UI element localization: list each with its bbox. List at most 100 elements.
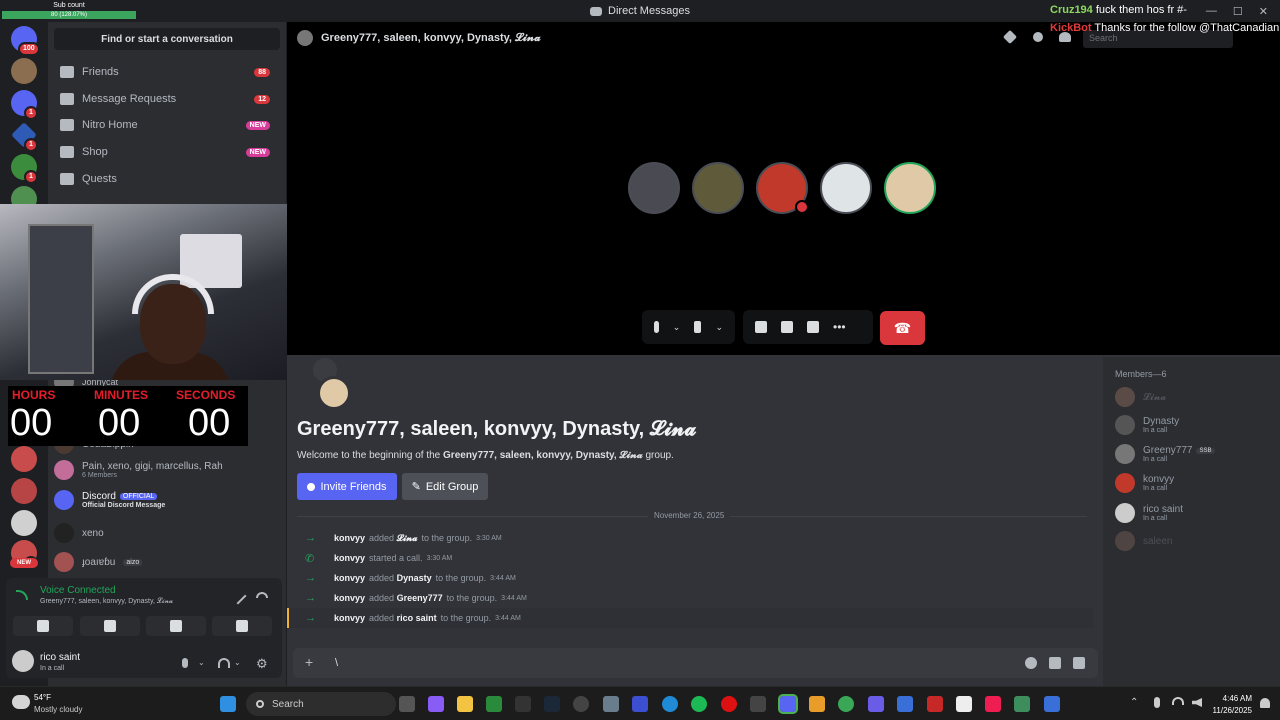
nav-shop[interactable]: Shop NEW bbox=[54, 139, 280, 165]
app-icon[interactable] bbox=[868, 696, 884, 712]
copilot-icon[interactable] bbox=[428, 696, 444, 712]
nav-message-requests[interactable]: Message Requests 12 bbox=[54, 86, 280, 112]
steam-icon[interactable] bbox=[544, 696, 560, 712]
volume-icon[interactable] bbox=[1192, 698, 1202, 707]
chevron-down-icon[interactable]: ⌄ bbox=[198, 658, 205, 667]
arrow-right-icon: → bbox=[305, 592, 316, 604]
add-member-icon[interactable] bbox=[1033, 32, 1043, 42]
dm-item[interactable]: ɟoaıɐɓu aizo bbox=[54, 552, 280, 572]
server-badge: 1 bbox=[24, 138, 38, 152]
participant-tile[interactable] bbox=[628, 162, 680, 214]
microphone-icon[interactable] bbox=[654, 321, 659, 333]
server-icon[interactable] bbox=[11, 446, 37, 472]
capcut-icon[interactable] bbox=[750, 696, 766, 712]
server-icon[interactable] bbox=[11, 478, 37, 504]
timer-seconds: 00 bbox=[188, 402, 231, 444]
pin-icon[interactable] bbox=[1002, 29, 1018, 45]
app-icon[interactable] bbox=[1044, 696, 1060, 712]
arrow-right-icon: → bbox=[305, 612, 316, 624]
file-explorer-icon[interactable] bbox=[457, 696, 473, 712]
member-item[interactable]: Dynasty In a call bbox=[1115, 415, 1179, 435]
windows-start-icon[interactable] bbox=[220, 696, 236, 712]
dm-group-item[interactable]: Pain, xeno, gigi, marcellus, Rah 6 Member… bbox=[54, 460, 280, 480]
microphone-icon[interactable] bbox=[1154, 697, 1160, 708]
server-icon[interactable] bbox=[11, 510, 37, 536]
microphone-icon[interactable] bbox=[182, 658, 188, 668]
hang-up-button[interactable]: ☎ bbox=[880, 311, 925, 345]
soundboard-icon[interactable] bbox=[807, 321, 819, 333]
clock-time[interactable]: 4:46 AM bbox=[1218, 694, 1252, 703]
discord-icon[interactable] bbox=[778, 694, 798, 714]
new-badge: NEW bbox=[245, 147, 270, 157]
chrome-icon[interactable] bbox=[838, 696, 854, 712]
taskbar-search[interactable]: Search bbox=[246, 692, 396, 716]
member-item[interactable]: konvyy In a call bbox=[1115, 473, 1174, 493]
headphones-icon[interactable] bbox=[218, 658, 230, 668]
member-item[interactable]: Greeny777 SSB In a call bbox=[1115, 444, 1215, 464]
member-item[interactable]: 𝓛𝓲𝓷𝓪 bbox=[1115, 387, 1166, 407]
nav-nitro-home[interactable]: Nitro Home NEW bbox=[54, 112, 280, 138]
activities-button[interactable] bbox=[146, 616, 206, 636]
app-icon[interactable] bbox=[1014, 696, 1030, 712]
emoji-icon[interactable] bbox=[1025, 657, 1037, 669]
activities-icon bbox=[170, 620, 182, 632]
find-conversation-button[interactable]: Find or start a conversation bbox=[54, 28, 280, 50]
chevron-down-icon[interactable]: ⌄ bbox=[234, 658, 241, 667]
settings-icon[interactable] bbox=[603, 696, 619, 712]
edit-group-button[interactable]: ✎ Edit Group bbox=[402, 473, 488, 500]
notification-icon[interactable] bbox=[1260, 698, 1270, 708]
participant-tile-speaking[interactable] bbox=[884, 162, 936, 214]
dm-item-discord[interactable]: Discord OFFICIAL Official Discord Message bbox=[54, 490, 280, 510]
invite-friends-button[interactable]: Invite Friends bbox=[297, 473, 397, 500]
disconnect-icon[interactable] bbox=[256, 592, 268, 598]
timer-minutes: 00 bbox=[98, 402, 141, 444]
voice-channel[interactable]: Greeny777, saleen, konvyy, Dynasty, 𝓛𝓲𝓷𝓪 bbox=[40, 598, 173, 606]
server-icon[interactable] bbox=[11, 58, 37, 84]
gift-icon[interactable] bbox=[1073, 657, 1085, 669]
clock-date[interactable]: 11/26/2025 bbox=[1208, 706, 1252, 715]
chevron-down-icon[interactable]: ⌄ bbox=[715, 322, 723, 333]
clan-tag: SSB bbox=[1196, 447, 1215, 454]
participant-tile[interactable] bbox=[820, 162, 872, 214]
gif-icon[interactable] bbox=[1049, 657, 1061, 669]
epic-games-icon[interactable] bbox=[515, 696, 531, 712]
home-badge: 100 bbox=[18, 42, 40, 56]
camera-button[interactable] bbox=[13, 616, 73, 636]
member-item[interactable]: rico saint In a call bbox=[1115, 503, 1183, 523]
spotify-icon[interactable] bbox=[691, 696, 707, 712]
app-icon[interactable] bbox=[486, 696, 502, 712]
app-icon[interactable] bbox=[897, 696, 913, 712]
soundboard-button[interactable] bbox=[212, 616, 272, 636]
more-icon[interactable]: ••• bbox=[833, 320, 846, 334]
app-icon[interactable] bbox=[927, 696, 943, 712]
app-icon[interactable] bbox=[956, 696, 972, 712]
gear-icon[interactable]: ⚙ bbox=[256, 656, 268, 672]
dm-item[interactable]: xeno bbox=[54, 523, 280, 543]
app-icon[interactable] bbox=[809, 696, 825, 712]
wifi-icon[interactable] bbox=[1172, 697, 1184, 705]
nav-friends[interactable]: Friends 88 bbox=[54, 59, 280, 85]
message-composer[interactable]: + \ bbox=[293, 648, 1098, 678]
screenshare-button[interactable] bbox=[80, 616, 140, 636]
participant-tile[interactable] bbox=[692, 162, 744, 214]
camera-off-icon[interactable] bbox=[694, 321, 702, 333]
official-badge: OFFICIAL bbox=[119, 493, 158, 500]
screenshare-icon[interactable] bbox=[755, 321, 767, 333]
member-item[interactable]: saleen bbox=[1115, 531, 1172, 551]
voice-panel: Voice Connected Greeny777, saleen, konvy… bbox=[6, 578, 282, 678]
opera-icon[interactable] bbox=[721, 696, 737, 712]
tiktok-icon[interactable] bbox=[985, 696, 1001, 712]
chevron-up-icon[interactable]: ⌃ bbox=[1130, 697, 1138, 708]
activities-icon[interactable] bbox=[781, 321, 793, 333]
nav-quests[interactable]: Quests bbox=[54, 166, 280, 192]
avatar[interactable] bbox=[12, 650, 34, 672]
edge-icon[interactable] bbox=[662, 696, 678, 712]
clan-tag: aizo bbox=[123, 558, 143, 566]
message-input[interactable]: \ bbox=[335, 657, 338, 669]
task-view-icon[interactable] bbox=[399, 696, 415, 712]
noise-suppression-icon[interactable] bbox=[229, 587, 247, 605]
plus-icon[interactable]: + bbox=[305, 654, 313, 670]
obs-icon[interactable] bbox=[573, 696, 589, 712]
chevron-down-icon[interactable]: ⌄ bbox=[673, 322, 681, 333]
app-icon[interactable] bbox=[632, 696, 648, 712]
